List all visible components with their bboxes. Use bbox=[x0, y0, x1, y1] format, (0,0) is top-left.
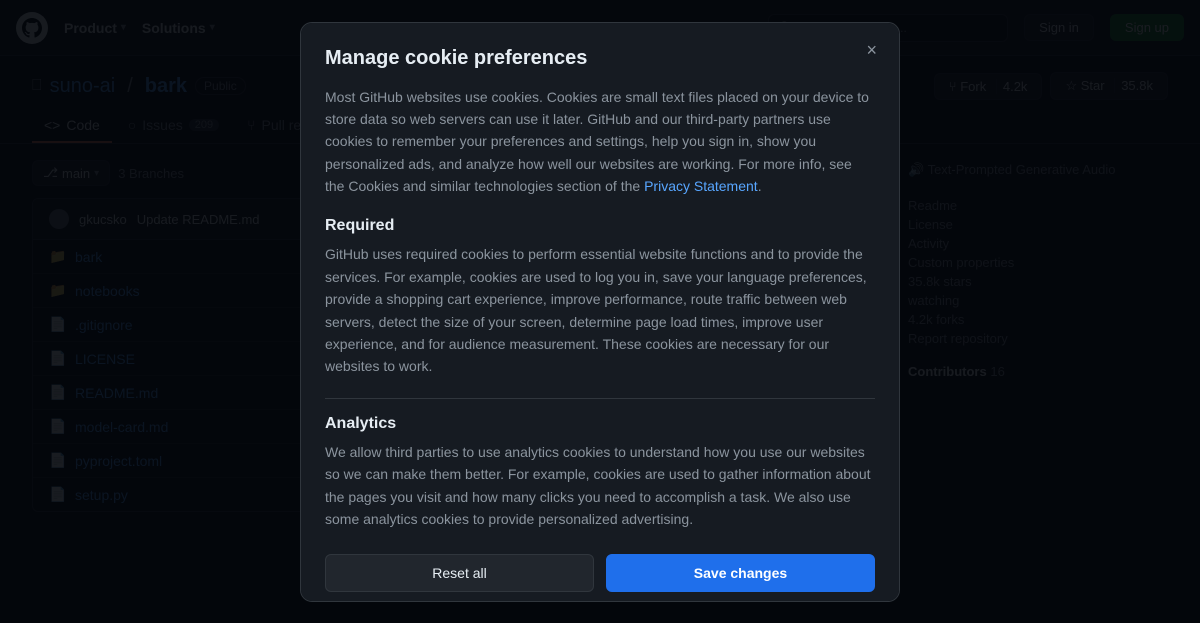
modal-required-section: Required GitHub uses required cookies to… bbox=[325, 217, 875, 377]
modal-footer: Reset all Save changes bbox=[325, 554, 875, 592]
modal-analytics-section: Analytics We allow third parties to use … bbox=[325, 415, 875, 531]
modal-overlay: × Manage cookie preferences Most GitHub … bbox=[0, 0, 1200, 623]
save-changes-button[interactable]: Save changes bbox=[606, 554, 875, 592]
modal-intro-text: Most GitHub websites use cookies. Cookie… bbox=[325, 86, 875, 198]
privacy-statement-link[interactable]: Privacy Statement bbox=[644, 178, 758, 194]
required-section-title: Required bbox=[325, 217, 875, 235]
required-section-text: GitHub uses required cookies to perform … bbox=[325, 243, 875, 377]
analytics-section-text: We allow third parties to use analytics … bbox=[325, 441, 875, 531]
modal-divider bbox=[325, 398, 875, 399]
analytics-section-title: Analytics bbox=[325, 415, 875, 433]
modal-close-button[interactable]: × bbox=[860, 39, 883, 61]
cookie-preferences-modal: × Manage cookie preferences Most GitHub … bbox=[300, 22, 900, 602]
modal-title: Manage cookie preferences bbox=[325, 47, 875, 70]
reset-all-button[interactable]: Reset all bbox=[325, 554, 594, 592]
